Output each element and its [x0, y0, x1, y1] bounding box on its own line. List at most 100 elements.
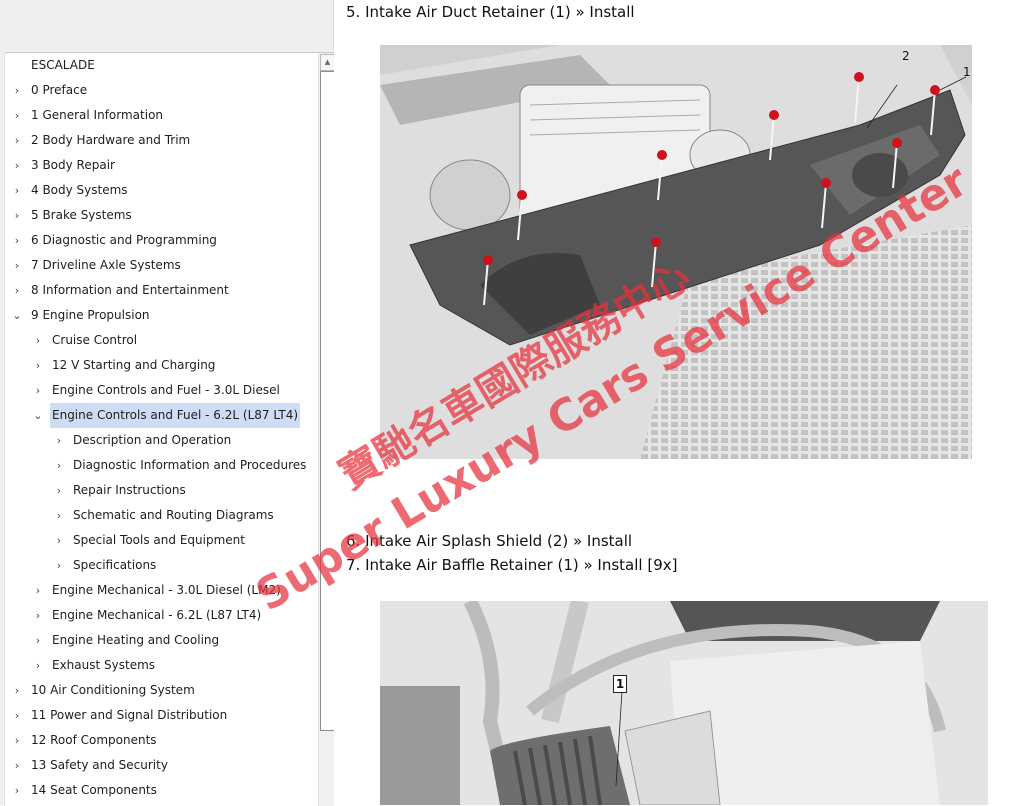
chevron-right-icon[interactable]: › — [53, 428, 65, 453]
tree-item-label: Engine Controls and Fuel - 6.2L (L87 LT4… — [50, 403, 301, 428]
scrollbar-thumb[interactable] — [320, 71, 334, 731]
chevron-right-icon[interactable]: › — [11, 678, 23, 703]
tree-item-label: Exhaust Systems — [52, 658, 156, 672]
tree-item[interactable]: ⌄ 9 Engine Propulsion — [5, 303, 317, 328]
tree-item-label: 13 Safety and Security — [31, 758, 168, 772]
fastener-marker — [821, 178, 831, 188]
tree-item[interactable]: › Specifications — [5, 553, 317, 578]
tree-item-label: Repair Instructions — [73, 483, 186, 497]
fastener-marker — [930, 85, 940, 95]
fastener-marker — [657, 150, 667, 160]
tree-item[interactable]: › 14 Seat Components — [5, 778, 317, 803]
chevron-right-icon[interactable]: › — [11, 728, 23, 753]
tree-item-label: Engine Mechanical - 3.0L Diesel (LM2) — [52, 583, 281, 597]
chevron-right-icon[interactable]: › — [32, 353, 44, 378]
tree-item[interactable]: › 2 Body Hardware and Trim — [5, 128, 317, 153]
chevron-right-icon[interactable]: › — [32, 653, 44, 678]
tree-item[interactable]: › 0 Preface — [5, 78, 317, 103]
tree-item[interactable]: › Schematic and Routing Diagrams — [5, 503, 317, 528]
tree-item-label: 12 V Starting and Charging — [52, 358, 216, 372]
callout-2: 2 — [902, 49, 910, 63]
chevron-right-icon[interactable]: › — [11, 178, 23, 203]
tree-item[interactable]: › Exhaust Systems — [5, 653, 317, 678]
engine-bay-illustration — [380, 45, 972, 459]
chevron-down-icon[interactable]: ⌄ — [32, 403, 44, 428]
chevron-down-icon[interactable]: ⌄ — [11, 303, 23, 328]
chevron-right-icon[interactable]: › — [53, 453, 65, 478]
chevron-right-icon[interactable]: › — [32, 578, 44, 603]
step-5-heading: 5. Intake Air Duct Retainer (1) » Instal… — [346, 3, 635, 21]
tree-item[interactable]: › 8 Information and Entertainment — [5, 278, 317, 303]
tree-item-label: 11 Power and Signal Distribution — [31, 708, 228, 722]
chevron-right-icon[interactable]: › — [11, 103, 23, 128]
chevron-right-icon[interactable]: › — [53, 553, 65, 578]
tree-item-label: Engine Heating and Cooling — [52, 633, 220, 647]
tree-item[interactable]: › 10 Air Conditioning System — [5, 678, 317, 703]
tree-item[interactable]: ⌄ Engine Controls and Fuel - 6.2L (L87 LT… — [5, 403, 317, 428]
tree-item-label: Engine Mechanical - 6.2L (L87 LT4) — [52, 608, 262, 622]
tree-item-label: Description and Operation — [73, 433, 232, 447]
tree-item-label: Engine Controls and Fuel - 3.0L Diesel — [52, 383, 280, 397]
step-7-heading: 7. Intake Air Baffle Retainer (1) » Inst… — [346, 556, 678, 574]
tree-item-label: 12 Roof Components — [31, 733, 157, 747]
tree-item-label: Cruise Control — [52, 333, 138, 347]
chevron-right-icon[interactable]: › — [11, 153, 23, 178]
tree-item[interactable]: › 12 Roof Components — [5, 728, 317, 753]
tree-item[interactable]: › Diagnostic Information and Procedures — [5, 453, 317, 478]
chevron-right-icon[interactable]: › — [11, 78, 23, 103]
tree-item-label: 4 Body Systems — [31, 183, 128, 197]
callout-1-box: 1 — [613, 675, 627, 693]
figure-intake-air-duct-retainer: 2 1 — [380, 45, 972, 459]
tree-item[interactable]: › 4 Body Systems — [5, 178, 317, 203]
tree-item-label: 8 Information and Entertainment — [31, 283, 229, 297]
chevron-right-icon[interactable]: › — [11, 203, 23, 228]
tree-item[interactable]: › Engine Mechanical - 3.0L Diesel (LM2) — [5, 578, 317, 603]
chevron-right-icon[interactable]: › — [11, 278, 23, 303]
chevron-right-icon[interactable]: › — [53, 503, 65, 528]
tree-item-label: 9 Engine Propulsion — [31, 308, 150, 322]
chevron-right-icon[interactable]: › — [11, 128, 23, 153]
tree-scrollbar[interactable]: ▲ — [318, 53, 334, 806]
tree-item-label: 3 Body Repair — [31, 158, 115, 172]
toc-tree-container: ESCALADE › 0 Preface › 1 General Informatio… — [4, 52, 334, 806]
tree-item[interactable]: › 11 Power and Signal Distribution — [5, 703, 317, 728]
chevron-right-icon[interactable]: › — [11, 778, 23, 803]
chevron-right-icon[interactable]: › — [53, 528, 65, 553]
tree-item[interactable]: › 12 V Starting and Charging — [5, 353, 317, 378]
tree-root[interactable]: ESCALADE — [5, 53, 317, 78]
tree-item[interactable]: › 6 Diagnostic and Programming — [5, 228, 317, 253]
tree-item[interactable]: › Special Tools and Equipment — [5, 528, 317, 553]
tree-item[interactable]: › Engine Controls and Fuel - 3.0L Diesel — [5, 378, 317, 403]
tree-item-label: Diagnostic Information and Procedures — [73, 458, 307, 472]
tree-item[interactable]: › 1 General Information — [5, 103, 317, 128]
step-6-heading: 6. Intake Air Splash Shield (2) » Instal… — [346, 532, 633, 550]
tree-item[interactable]: › Engine Mechanical - 6.2L (L87 LT4) — [5, 603, 317, 628]
tree-item[interactable]: › 3 Body Repair — [5, 153, 317, 178]
chevron-right-icon[interactable]: › — [11, 228, 23, 253]
scroll-up-arrow-icon[interactable]: ▲ — [320, 54, 334, 71]
content-pane: 5. Intake Air Duct Retainer (1) » Instal… — [334, 0, 1034, 805]
chevron-right-icon[interactable]: › — [32, 328, 44, 353]
tree-item-label: 0 Preface — [31, 83, 88, 97]
fastener-marker — [769, 110, 779, 120]
chevron-right-icon[interactable]: › — [11, 253, 23, 278]
chevron-right-icon[interactable]: › — [32, 378, 44, 403]
chevron-right-icon[interactable]: › — [11, 703, 23, 728]
tree-item[interactable]: › 7 Driveline Axle Systems — [5, 253, 317, 278]
air-intake-illustration — [380, 601, 988, 805]
tree-item[interactable]: › Repair Instructions — [5, 478, 317, 503]
chevron-right-icon[interactable]: › — [32, 628, 44, 653]
tree-item-label: Schematic and Routing Diagrams — [73, 508, 274, 522]
chevron-right-icon[interactable]: › — [53, 478, 65, 503]
navigation-pane: ESCALADE › 0 Preface › 1 General Informatio… — [0, 0, 334, 806]
tree-item-label: 6 Diagnostic and Programming — [31, 233, 217, 247]
tree-item-label: Specifications — [73, 558, 157, 572]
chevron-right-icon[interactable]: › — [32, 603, 44, 628]
fastener-marker — [483, 255, 493, 265]
chevron-right-icon[interactable]: › — [11, 753, 23, 778]
tree-item[interactable]: › Description and Operation — [5, 428, 317, 453]
tree-item[interactable]: › Cruise Control — [5, 328, 317, 353]
tree-item[interactable]: › 5 Brake Systems — [5, 203, 317, 228]
tree-item[interactable]: › 13 Safety and Security — [5, 753, 317, 778]
tree-item[interactable]: › Engine Heating and Cooling — [5, 628, 317, 653]
